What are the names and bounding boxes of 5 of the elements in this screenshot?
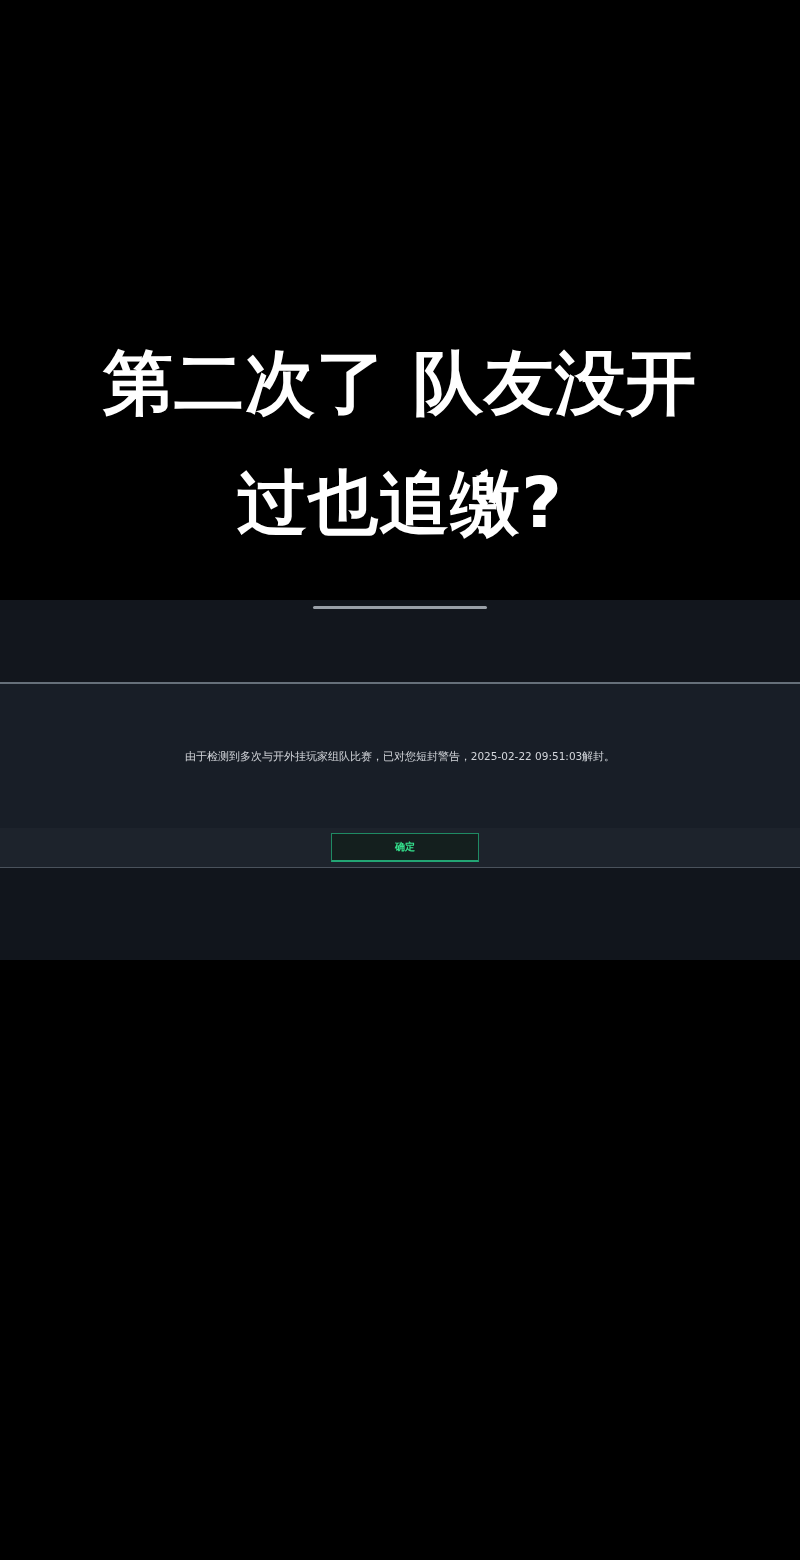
caption-line: 第二次了 队友没开 (103, 341, 697, 426)
drag-handle[interactable] (313, 606, 487, 609)
caption-line: 过也追缴? (237, 461, 563, 546)
confirm-button[interactable]: 确定 (331, 833, 479, 862)
dialog-message: 由于检测到多次与开外挂玩家组队比赛，已对您短封警告，2025-02-22 09:51:03解封。 (184, 749, 616, 763)
